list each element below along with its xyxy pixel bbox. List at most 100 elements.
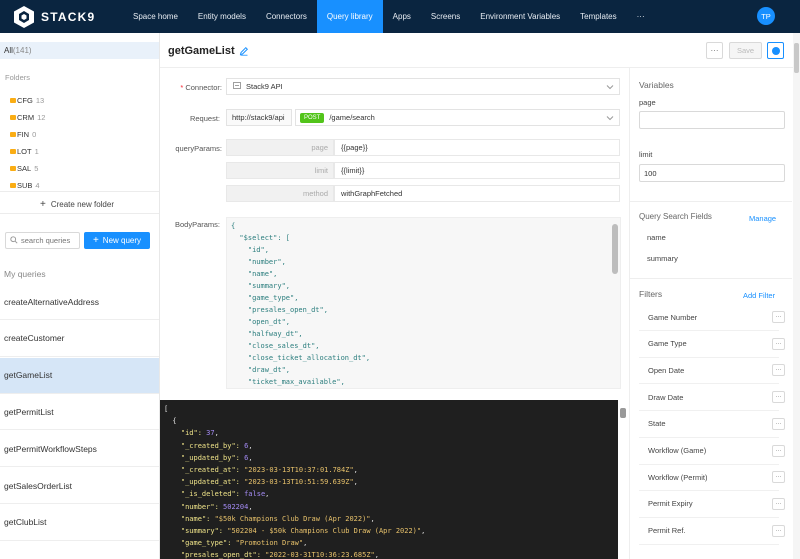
new-query-button[interactable]: + New query xyxy=(84,232,150,249)
folder-icon xyxy=(10,115,16,120)
json-key: summary xyxy=(185,527,215,536)
folders-label: Folders xyxy=(5,73,31,82)
folder-icon xyxy=(10,166,16,171)
query-list-item[interactable]: createAlternativeAddress xyxy=(0,284,159,320)
nav-item[interactable]: Templates xyxy=(570,0,626,33)
folder-name: FIN xyxy=(17,130,30,139)
filter-options-button[interactable]: ··· xyxy=(772,524,785,537)
user-avatar[interactable]: TP xyxy=(757,7,775,25)
result-line: "number": 502204, xyxy=(180,502,253,511)
editor-scrollbar[interactable] xyxy=(612,224,618,274)
query-sidebar: All (141) Folders CFG 13 CRM 12 FIN 0 LOT 1 SAL 5 S… xyxy=(0,33,160,559)
filter-options-button[interactable]: ··· xyxy=(772,311,785,323)
query-title-row: getGameList xyxy=(168,45,249,57)
request-path-select[interactable]: POST /game/search xyxy=(295,109,620,126)
create-folder-button[interactable]: + Create new folder xyxy=(40,199,114,210)
nav-item[interactable]: Screens xyxy=(421,0,470,33)
filter-item: Draw Date ··· xyxy=(639,384,785,412)
search-field-item: name xyxy=(647,233,666,242)
folder-count: 5 xyxy=(34,164,39,173)
query-param-value[interactable]: withGraphFetched xyxy=(334,185,620,202)
query-param-value[interactable]: {{page}} xyxy=(334,139,620,156)
app-logo[interactable]: STACK9 xyxy=(0,0,112,33)
result-line: [ xyxy=(164,403,623,415)
nav-item[interactable]: Connectors xyxy=(256,0,317,33)
folder-icon xyxy=(10,183,16,188)
folder-item[interactable]: CRM 12 xyxy=(10,113,45,122)
code-line: "$select": [ xyxy=(231,234,291,242)
folder-item[interactable]: CFG 13 xyxy=(10,96,44,105)
result-line: "_is_deleted": false, xyxy=(180,490,270,499)
filter-name: Workflow (Permit) xyxy=(648,472,708,482)
variables-title: Variables xyxy=(639,80,674,90)
filter-options-button[interactable]: ··· xyxy=(772,471,785,484)
manage-search-fields-link[interactable]: Manage xyxy=(749,214,776,223)
result-line: "_updated_at": "2023-03-13T10:51:59.639Z… xyxy=(180,478,358,487)
query-list-item[interactable]: getClubList xyxy=(0,505,159,541)
nav-item[interactable]: Space home xyxy=(123,0,188,33)
code-line: "summary", xyxy=(231,282,291,290)
query-list-item[interactable]: getPermitList xyxy=(0,394,159,431)
chevron-down-icon xyxy=(606,83,614,91)
nav-item[interactable]: Environment Variables xyxy=(470,0,570,33)
query-list-item[interactable]: getSalesOrderList xyxy=(0,468,159,504)
query-param-key[interactable]: page xyxy=(226,139,334,156)
result-scrollbar[interactable] xyxy=(618,400,627,559)
nav-item[interactable]: Apps xyxy=(383,0,421,33)
page-scrollbar-thumb[interactable] xyxy=(794,43,799,73)
filter-options-button[interactable]: ··· xyxy=(772,444,785,457)
json-bracket: [ xyxy=(164,405,169,413)
json-key: _created_by xyxy=(185,441,232,450)
search-queries-box[interactable] xyxy=(5,232,80,249)
page-scrollbar[interactable] xyxy=(793,33,800,559)
filter-name: Permit Expiry xyxy=(648,499,693,509)
json-value: 502204 xyxy=(223,502,249,511)
code-line: "close_sales_dt", xyxy=(231,342,320,350)
nav-item[interactable]: Query library xyxy=(316,0,383,33)
folder-name: SUB xyxy=(17,181,33,190)
more-options-button[interactable]: ··· xyxy=(706,42,723,59)
folder-item[interactable]: LOT 1 xyxy=(10,147,39,156)
folder-count: 4 xyxy=(35,181,40,190)
connector-select[interactable]: Stack9 API xyxy=(226,78,620,95)
folder-item[interactable]: FIN 0 xyxy=(10,130,36,139)
filter-name: Open Date xyxy=(648,365,685,375)
query-list-item[interactable]: getPermitWorkflowSteps xyxy=(0,431,159,468)
filter-options-button[interactable]: ··· xyxy=(772,417,785,430)
json-value: "502204 - $50k Champions Club Draw (Apr … xyxy=(227,527,422,536)
result-scrollbar-thumb[interactable] xyxy=(620,408,626,418)
folder-item[interactable]: SAL 5 xyxy=(10,164,38,173)
nav-item[interactable]: Entity models xyxy=(188,0,256,33)
json-value: "2023-03-13T10:51:59.639Z" xyxy=(244,478,354,487)
filter-options-button[interactable]: ··· xyxy=(772,391,785,404)
query-params-label: queryParams: xyxy=(175,144,222,153)
query-list-item[interactable]: createCustomer xyxy=(0,321,159,357)
add-filter-link[interactable]: Add Filter xyxy=(743,291,775,300)
search-queries-input[interactable] xyxy=(21,236,76,245)
query-param-key[interactable]: method xyxy=(226,185,334,202)
request-label: Request: xyxy=(189,114,220,123)
edit-pencil-icon[interactable] xyxy=(239,46,249,56)
filter-options-button[interactable]: ··· xyxy=(772,337,785,350)
result-line: "game_type": "Promotion Draw", xyxy=(180,539,308,548)
filter-options-button[interactable]: ··· xyxy=(772,497,785,510)
body-params-code[interactable]: { "$select": [ "id", "number", "name", "… xyxy=(227,218,620,389)
code-line: "id", xyxy=(231,246,269,254)
request-path: /game/search xyxy=(329,113,375,122)
result-line: "_created_by": 6, xyxy=(180,441,253,450)
filter-options-button[interactable]: ··· xyxy=(772,364,785,377)
json-value: "$50k Champions Club Draw (Apr 2022)" xyxy=(214,514,371,523)
body-params-editor[interactable]: { "$select": [ "id", "number", "name", "… xyxy=(226,217,621,389)
query-param-key[interactable]: limit xyxy=(226,162,334,179)
variable-input-page[interactable] xyxy=(639,111,785,129)
query-list-item[interactable]: getGameList xyxy=(0,357,159,394)
code-line: "ticket_num_available", xyxy=(231,388,616,389)
query-param-value[interactable]: {{limit}} xyxy=(334,162,620,179)
my-queries-label: My queries xyxy=(4,269,46,279)
run-query-button[interactable] xyxy=(767,42,784,59)
variable-input-limit[interactable]: 100 xyxy=(639,164,785,182)
all-queries-filter[interactable]: All (141) xyxy=(0,42,159,59)
folder-item[interactable]: SUB 4 xyxy=(10,181,40,190)
nav-item[interactable]: ··· xyxy=(627,0,655,33)
save-button[interactable]: Save xyxy=(729,42,762,59)
